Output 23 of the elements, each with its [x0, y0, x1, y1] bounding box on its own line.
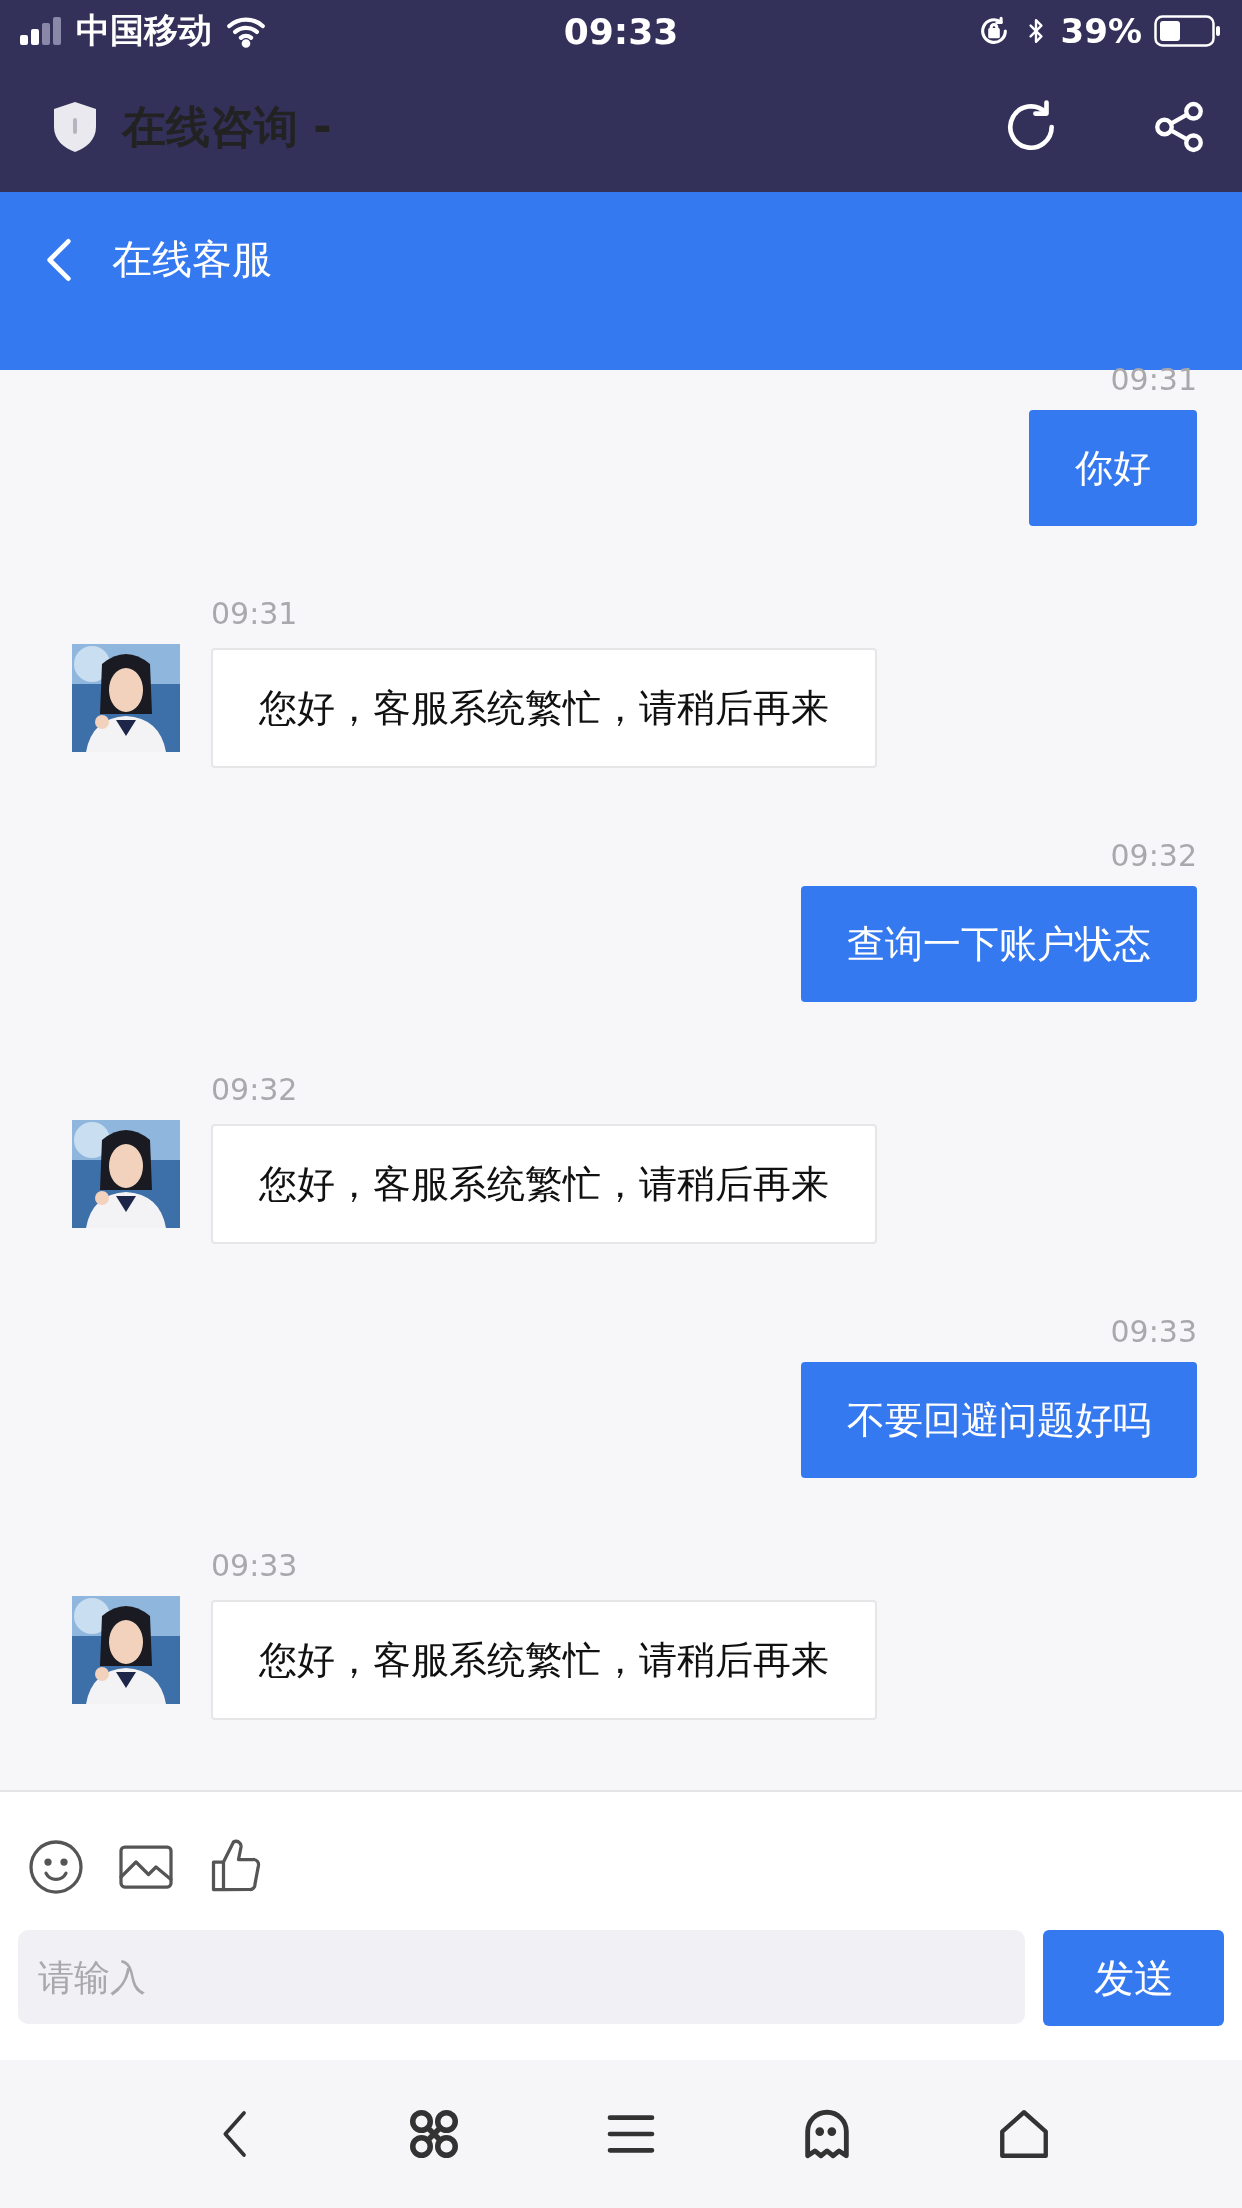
message-bubble: 查询一下账户状态: [801, 886, 1197, 1002]
header-title: 在线客服: [112, 235, 272, 284]
message-bubble: 您好，客服系统繁忙，请稍后再来: [211, 648, 877, 768]
message-time: 09:31: [1110, 362, 1197, 398]
message-input[interactable]: 请输入: [18, 1930, 1025, 2024]
message-time: 09:31: [211, 596, 299, 632]
battery-percent: 39%: [1060, 11, 1142, 51]
message-time: 09:32: [211, 1072, 299, 1108]
message-bubble: 您好，客服系统繁忙，请稍后再来: [211, 1600, 877, 1720]
message-bubble: 你好: [1029, 410, 1197, 526]
message-bubble: 不要回避问题好吗: [801, 1362, 1197, 1478]
emoji-icon[interactable]: [26, 1837, 86, 1897]
page-title: 在线咨询 -: [122, 99, 333, 154]
status-time: 09:33: [563, 10, 679, 52]
battery-icon: [1154, 15, 1222, 47]
message-time: 09:33: [1110, 1314, 1197, 1350]
message-time: 09:32: [1110, 838, 1197, 874]
signal-icon: [20, 17, 64, 45]
carrier-name: 中国移动: [76, 9, 212, 52]
shield-icon: [52, 100, 98, 154]
message-time: 09:33: [211, 1548, 299, 1584]
send-button[interactable]: 发送: [1043, 1930, 1224, 2026]
message-bubble: 您好，客服系统繁忙，请稍后再来: [211, 1124, 877, 1244]
